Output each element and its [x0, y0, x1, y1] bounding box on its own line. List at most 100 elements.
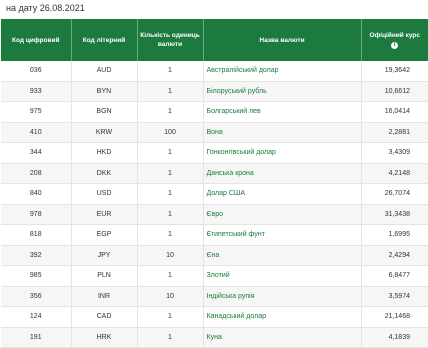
digital-code-cell: 933 — [1, 81, 72, 102]
currency-name-link[interactable]: Канадський долар — [207, 313, 266, 320]
currency-name-cell: Австралійський долар — [203, 61, 362, 82]
letter-code-cell: USD — [71, 183, 138, 205]
units-cell: 1 — [137, 204, 204, 225]
currency-name-cell: Індійська рупія — [203, 286, 362, 307]
digital-code-cell: 036 — [1, 61, 72, 82]
units-cell: 10 — [137, 245, 204, 266]
table-body: 036 AUD 1 Австралійський долар 19,3642 933 BYN… — [1, 61, 428, 348]
official-rate-cell: 21,1468 — [361, 306, 428, 328]
units-cell: 100 — [137, 122, 204, 143]
digital-code-cell: 840 — [1, 183, 72, 205]
units-cell: 1 — [137, 265, 204, 287]
currency-name-cell: Злотий — [203, 265, 362, 287]
digital-code-cell: 124 — [1, 306, 72, 328]
table-row: 975 BGN 1 Болгарський лев 16,0414 — [1, 101, 428, 123]
table-row: 356 INR 10 Індійська рупія 3,5974 — [1, 286, 428, 307]
currency-name-cell: Євро — [203, 204, 362, 225]
header-official-rate-label: Офіційний курс — [369, 32, 420, 39]
official-rate-cell: 2,2881 — [361, 122, 428, 143]
digital-code-cell: 978 — [1, 204, 72, 225]
currency-name-cell: Канадський долар — [203, 306, 362, 328]
units-cell: 1 — [137, 327, 204, 348]
currency-name-link[interactable]: Євро — [207, 211, 224, 218]
currency-name-link[interactable]: Гонконгівський долар — [207, 149, 276, 156]
currency-name-cell: Білоруський рубль — [203, 81, 362, 102]
digital-code-cell: 975 — [1, 101, 72, 123]
letter-code-cell: JPY — [71, 245, 138, 266]
digital-code-cell: 392 — [1, 245, 72, 266]
letter-code-cell: EGP — [71, 224, 138, 246]
units-cell: 1 — [137, 163, 204, 184]
info-icon[interactable]: i — [391, 42, 399, 49]
table-row: 191 HRK 1 Куна 4,1839 — [1, 327, 428, 348]
currency-name-link[interactable]: Індійська рупія — [207, 293, 255, 300]
currency-name-cell: Гонконгівський долар — [203, 142, 362, 164]
units-cell: 10 — [137, 286, 204, 307]
letter-code-cell: AUD — [71, 61, 138, 82]
currency-name-link[interactable]: Австралійський долар — [207, 67, 279, 74]
digital-code-cell: 208 — [1, 163, 72, 184]
digital-code-cell: 191 — [1, 327, 72, 348]
table-header-row: Код цифровий Код літерний Кількість один… — [1, 19, 428, 61]
letter-code-cell: BGN — [71, 101, 138, 123]
official-rate-cell: 10,6612 — [361, 81, 428, 102]
table-row: 392 JPY 10 Єна 2,4294 — [1, 245, 428, 266]
currency-name-cell: Долар США — [203, 183, 362, 205]
official-rate-cell: 3,4309 — [361, 142, 428, 164]
letter-code-cell: BYN — [71, 81, 138, 102]
table-row: 036 AUD 1 Австралійський долар 19,3642 — [1, 61, 428, 82]
header-letter-code: Код літерний — [71, 19, 138, 61]
units-cell: 1 — [137, 81, 204, 102]
currency-name-cell: Куна — [203, 327, 362, 348]
currency-name-link[interactable]: Вона — [207, 129, 223, 136]
digital-code-cell: 818 — [1, 224, 72, 246]
table-row: 344 HKD 1 Гонконгівський долар 3,4309 — [1, 142, 428, 164]
official-rate-cell: 6,8477 — [361, 265, 428, 287]
currency-name-link[interactable]: Білоруський рубль — [207, 88, 267, 95]
currency-name-link[interactable]: Болгарський лев — [207, 108, 261, 115]
table-row: 978 EUR 1 Євро 31,3438 — [1, 204, 428, 225]
currency-name-link[interactable]: Долар США — [207, 190, 246, 197]
table-row: 124 CAD 1 Канадський долар 21,1468 — [1, 306, 428, 328]
currency-name-cell: Данська крона — [203, 163, 362, 184]
digital-code-cell: 410 — [1, 122, 72, 143]
letter-code-cell: INR — [71, 286, 138, 307]
table-row: 208 DKK 1 Данська крона 4,2148 — [1, 163, 428, 184]
letter-code-cell: HKD — [71, 142, 138, 164]
header-currency-name: Назва валюти — [203, 19, 362, 61]
official-rate-cell: 3,5974 — [361, 286, 428, 307]
currency-name-cell: Єна — [203, 245, 362, 266]
official-rate-cell: 2,4294 — [361, 245, 428, 266]
header-official-rate: Офіційний курс i — [361, 19, 428, 61]
currency-name-link[interactable]: Єна — [207, 252, 220, 259]
official-rate-cell: 1,6995 — [361, 224, 428, 246]
currency-name-link[interactable]: Єгипетський фунт — [207, 231, 265, 238]
letter-code-cell: KRW — [71, 122, 138, 143]
letter-code-cell: CAD — [71, 306, 138, 328]
official-rate-cell: 19,3642 — [361, 61, 428, 82]
units-cell: 1 — [137, 61, 204, 82]
letter-code-cell: HRK — [71, 327, 138, 348]
letter-code-cell: PLN — [71, 265, 138, 287]
table-row: 818 EGP 1 Єгипетський фунт 1,6995 — [1, 224, 428, 246]
official-rate-cell: 26,7074 — [361, 183, 428, 205]
official-rate-cell: 16,0414 — [361, 101, 428, 123]
currency-name-link[interactable]: Куна — [207, 334, 222, 341]
currency-name-link[interactable]: Данська крона — [207, 170, 254, 177]
digital-code-cell: 985 — [1, 265, 72, 287]
date-line: на дату 26.08.2021 — [6, 3, 85, 13]
header-units: Кількість одиниць валюти — [137, 19, 204, 61]
currency-name-cell: Єгипетський фунт — [203, 224, 362, 246]
letter-code-cell: EUR — [71, 204, 138, 225]
currency-name-link[interactable]: Злотий — [207, 272, 230, 279]
units-cell: 1 — [137, 183, 204, 205]
official-rate-cell: 4,2148 — [361, 163, 428, 184]
table-row: 840 USD 1 Долар США 26,7074 — [1, 183, 428, 205]
table-row: 985 PLN 1 Злотий 6,8477 — [1, 265, 428, 287]
currency-name-cell: Болгарський лев — [203, 101, 362, 123]
digital-code-cell: 356 — [1, 286, 72, 307]
table-row: 410 KRW 100 Вона 2,2881 — [1, 122, 428, 143]
units-cell: 1 — [137, 142, 204, 164]
official-rate-cell: 31,3438 — [361, 204, 428, 225]
units-cell: 1 — [137, 101, 204, 123]
